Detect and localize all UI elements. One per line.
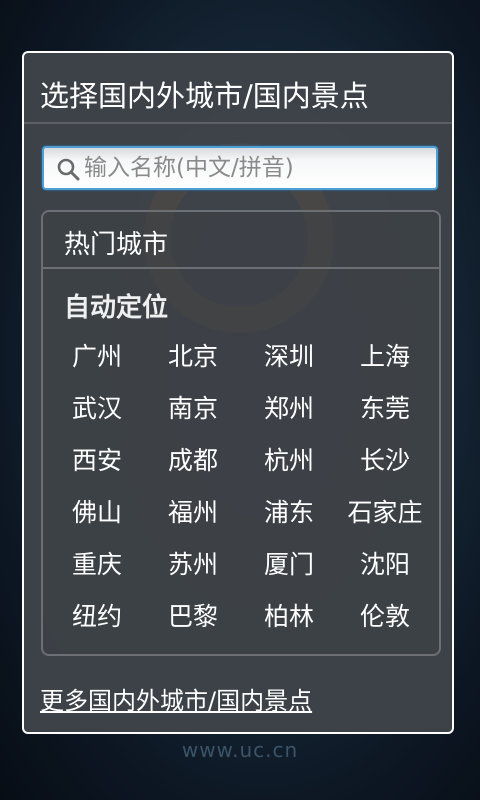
city-item[interactable]: 石家庄 (337, 493, 433, 533)
title-divider (24, 122, 452, 124)
city-item[interactable]: 佛山 (49, 493, 145, 533)
city-select-dialog: 选择国内外城市/国内景点 热门城市 自动定位 广州 北京 深圳 上海 武汉 南京… (22, 51, 454, 734)
city-item[interactable]: 上海 (337, 337, 433, 377)
city-item[interactable]: 福州 (145, 493, 241, 533)
city-item[interactable]: 长沙 (337, 441, 433, 481)
more-cities-link[interactable]: 更多国内外城市/国内景点 (40, 681, 312, 716)
city-item[interactable]: 重庆 (49, 545, 145, 585)
search-input[interactable] (84, 148, 430, 188)
city-item[interactable]: 厦门 (241, 545, 337, 585)
dialog-title: 选择国内外城市/国内景点 (40, 79, 369, 113)
panel-divider (43, 267, 439, 269)
search-icon (56, 157, 80, 181)
search-box[interactable] (42, 146, 438, 190)
city-item[interactable]: 浦东 (241, 493, 337, 533)
city-item[interactable]: 伦敦 (337, 597, 433, 637)
city-item[interactable]: 纽约 (49, 597, 145, 637)
city-item[interactable]: 巴黎 (145, 597, 241, 637)
city-item[interactable]: 柏林 (241, 597, 337, 637)
city-item[interactable]: 郑州 (241, 389, 337, 429)
city-item[interactable]: 沈阳 (337, 545, 433, 585)
city-item[interactable]: 深圳 (241, 337, 337, 377)
city-item[interactable]: 南京 (145, 389, 241, 429)
city-item[interactable]: 广州 (49, 337, 145, 377)
hot-cities-panel: 热门城市 自动定位 广州 北京 深圳 上海 武汉 南京 郑州 东莞 西安 成都 … (41, 210, 441, 656)
city-item[interactable]: 东莞 (337, 389, 433, 429)
city-item[interactable]: 西安 (49, 441, 145, 481)
city-item[interactable]: 成都 (145, 441, 241, 481)
hot-cities-title: 热门城市 (64, 230, 169, 260)
city-item[interactable]: 武汉 (49, 389, 145, 429)
uc-watermark: www.uc.cn (181, 738, 299, 762)
city-item[interactable]: 苏州 (145, 545, 241, 585)
city-item[interactable]: 北京 (145, 337, 241, 377)
city-item[interactable]: 杭州 (241, 441, 337, 481)
auto-locate-button[interactable]: 自动定位 (64, 287, 168, 324)
